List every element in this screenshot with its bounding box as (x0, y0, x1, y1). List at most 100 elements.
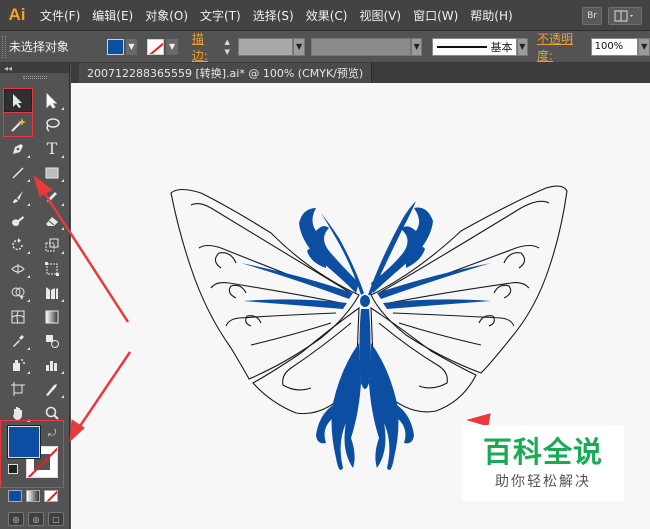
slice-tool[interactable] (38, 377, 66, 400)
brush-dropdown[interactable]: ▼ (516, 37, 529, 56)
right-lower-flame-2 (397, 405, 414, 444)
menu-file[interactable]: 文件(F) (34, 7, 86, 24)
symbol-sprayer-tool[interactable] (4, 353, 32, 376)
zoom-magnifier-icon (45, 406, 59, 420)
type-tool[interactable]: T (38, 137, 66, 160)
eyedropper-tool[interactable] (4, 329, 32, 352)
tools-panel-header[interactable]: ◂◂ (0, 63, 69, 73)
shape-builder-tool[interactable] (4, 281, 32, 304)
left-wing-swirl-2 (228, 284, 247, 299)
eraser-icon (46, 216, 58, 226)
default-fill-stroke-icon[interactable] (8, 464, 18, 474)
bridge-button[interactable]: Br (582, 6, 602, 25)
magic-wand-tool[interactable] (3, 112, 33, 137)
pen-tool[interactable] (4, 137, 32, 160)
type-t-icon: T (46, 139, 58, 158)
draw-normal-button[interactable]: ◎ (8, 512, 24, 526)
brush-name: 基本 (490, 40, 513, 54)
draw-inside-button[interactable]: ▢ (48, 512, 64, 526)
swap-fill-stroke-icon[interactable]: ⤾ (48, 428, 56, 439)
artboard-tool[interactable] (4, 377, 32, 400)
direct-selection-arrow-icon (46, 92, 58, 109)
rectangle-tool[interactable] (38, 161, 66, 184)
gradient-mode-button[interactable] (26, 490, 40, 502)
free-transform-icon (45, 261, 59, 276)
watermark-subtitle: 助你轻松解决 (495, 474, 591, 490)
menu-object[interactable]: 对象(O) (139, 7, 194, 24)
scale-icon (45, 238, 59, 251)
line-segment-tool[interactable] (4, 161, 32, 184)
selection-tool[interactable] (3, 88, 33, 113)
perspective-grid-icon (46, 286, 58, 299)
opacity-dropdown[interactable]: ▼ (638, 37, 650, 56)
left-lower-flame (331, 343, 361, 471)
scale-tool[interactable] (38, 233, 66, 256)
rotate-tool[interactable] (4, 233, 32, 256)
left-upper-wing-vein-5 (250, 322, 332, 346)
stroke-weight-stepper[interactable]: ▲ ▼ (225, 38, 235, 56)
menu-edit[interactable]: 编辑(E) (86, 7, 139, 24)
stroke-dropdown-arrow[interactable]: ▼ (166, 38, 178, 55)
direct-selection-tool[interactable] (38, 89, 66, 112)
document-tab[interactable]: 200712288365559 [转换].ai* @ 100% (CMYK/预览… (79, 63, 373, 83)
none-mode-button[interactable] (44, 490, 58, 502)
butterfly-body (359, 309, 371, 389)
brush-definition-box[interactable]: 基本 (432, 37, 517, 56)
color-mode-button[interactable] (8, 490, 22, 502)
opacity-input[interactable]: 100% (590, 37, 639, 56)
brush-stroke-preview (437, 45, 487, 48)
mesh-tool[interactable] (4, 305, 32, 328)
line-segment-icon (12, 166, 24, 179)
paintbrush-tool[interactable] (4, 185, 32, 208)
fill-color-box[interactable] (8, 426, 40, 458)
variable-width-profile[interactable] (310, 37, 411, 56)
width-icon (11, 263, 25, 274)
color-mode-buttons (8, 490, 58, 502)
pen-nib-icon (13, 143, 23, 154)
left-wing-swirl-1 (214, 252, 237, 269)
menu-effect[interactable]: 效果(C) (300, 7, 354, 24)
menu-window[interactable]: 窗口(W) (407, 7, 464, 24)
paintbrush-icon (13, 190, 23, 203)
slice-knife-icon (46, 383, 57, 396)
draw-behind-button[interactable]: ◎ (28, 512, 44, 526)
column-graph-tool[interactable] (38, 353, 66, 376)
arrange-documents-button[interactable] (608, 6, 642, 25)
right-lower-flame (369, 343, 399, 471)
perspective-grid-tool[interactable] (38, 281, 66, 304)
free-transform-tool[interactable] (38, 257, 66, 280)
rectangle-icon (45, 167, 59, 178)
menu-view[interactable]: 视图(V) (353, 7, 407, 24)
blend-icon (46, 334, 59, 348)
right-wing-swirl-1 (503, 252, 526, 269)
fill-dropdown-arrow[interactable]: ▼ (125, 38, 138, 55)
menu-type[interactable]: 文字(T) (194, 7, 247, 24)
stroke-weight-dropdown[interactable]: ▼ (293, 37, 305, 56)
lasso-tool[interactable] (38, 113, 66, 136)
right-upper-wing-vein-4 (392, 312, 515, 327)
symbol-sprayer-icon (13, 358, 25, 371)
stroke-color-swatch[interactable] (147, 38, 165, 55)
gradient-icon (45, 310, 59, 323)
blend-tool[interactable] (38, 329, 66, 352)
opacity-label[interactable]: 不透明度: (537, 30, 587, 64)
width-tool[interactable] (4, 257, 32, 280)
variable-width-dropdown[interactable]: ▼ (410, 37, 423, 56)
blob-brush-tool[interactable] (4, 209, 32, 232)
blob-brush-icon (12, 215, 24, 226)
menu-help[interactable]: 帮助(H) (464, 7, 518, 24)
menu-select[interactable]: 选择(S) (247, 7, 300, 24)
control-bar-grip[interactable] (2, 35, 6, 58)
right-wing-swirl-2 (493, 284, 512, 299)
stroke-weight-input[interactable] (238, 37, 294, 56)
control-bar: 未选择对象 ▼ ▼ 描边: ▲ ▼ ▼ ▼ 基本 ▼ 不透明度: 100% ▼ (0, 31, 650, 63)
pencil-tool[interactable] (38, 185, 66, 208)
artboard-icon (11, 381, 25, 396)
right-upper-wing-vein-1 (378, 200, 550, 294)
fill-color-swatch[interactable] (106, 38, 124, 55)
document-tab-bar: 200712288365559 [转换].ai* @ 100% (CMYK/预览… (71, 63, 650, 83)
eraser-tool[interactable] (38, 209, 66, 232)
stroke-weight-label[interactable]: 描边: (192, 30, 219, 64)
gradient-tool[interactable] (38, 305, 66, 328)
tools-panel-grip[interactable] (0, 73, 69, 81)
